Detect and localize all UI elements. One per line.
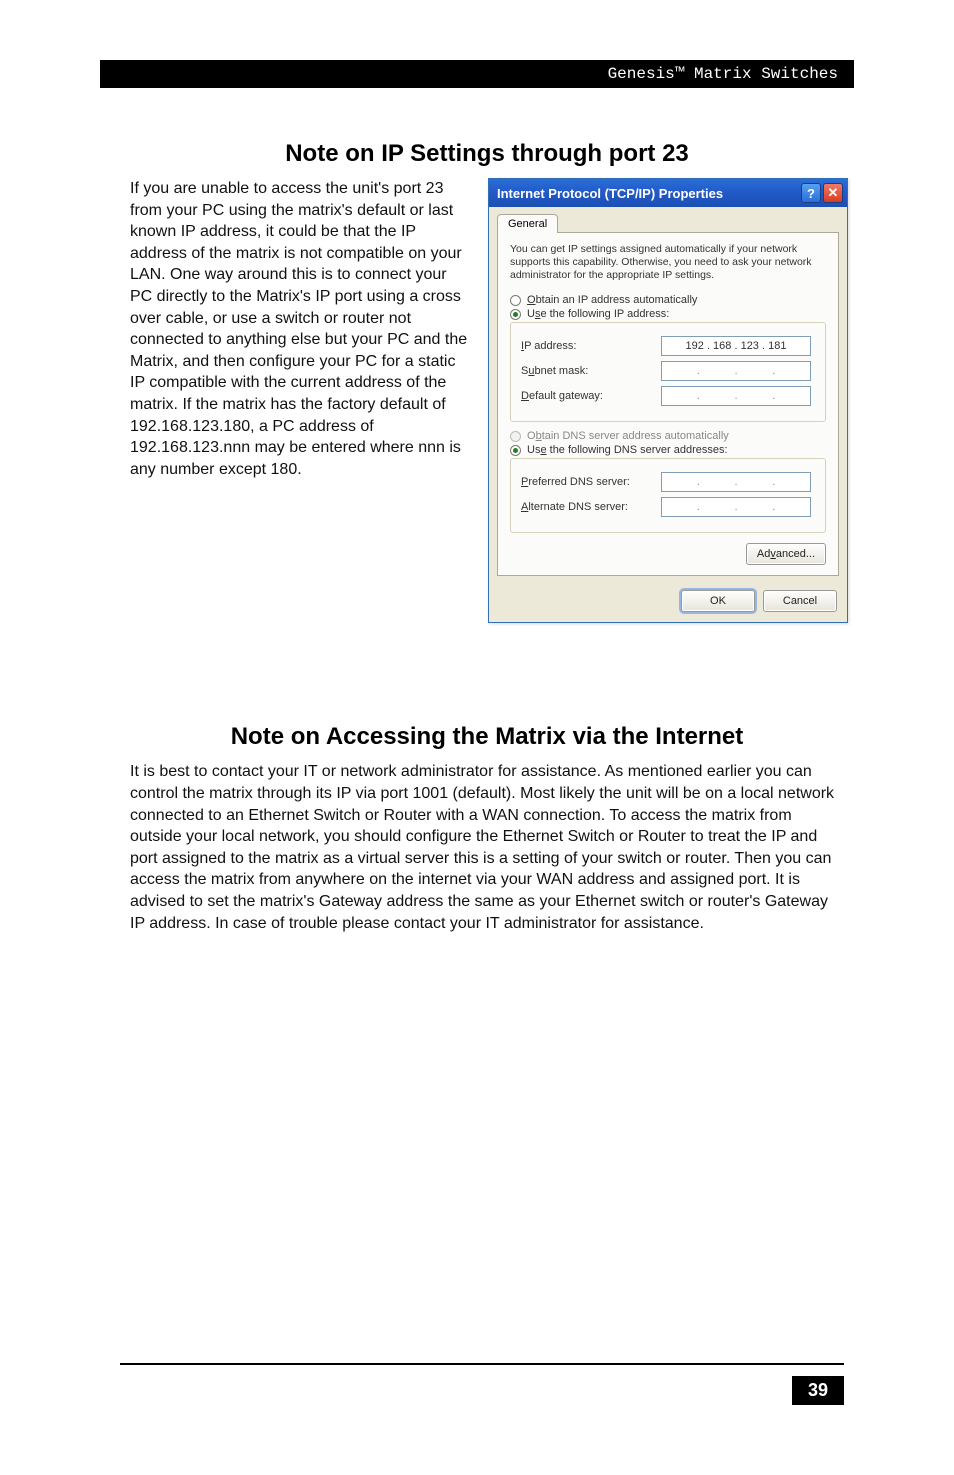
advanced-button[interactable]: Advanced... <box>746 543 826 565</box>
section1-heading: Note on IP Settings through port 23 <box>130 140 844 168</box>
dialog-intro: You can get IP settings assigned automat… <box>510 243 826 282</box>
cancel-button[interactable]: Cancel <box>763 590 837 612</box>
ip-fieldset: IP address: 192 . 168 . 123 . 181 Subnet… <box>510 322 826 422</box>
dialog-title: Internet Protocol (TCP/IP) Properties <box>497 186 723 201</box>
header-bar: Genesis™ Matrix Switches <box>100 60 854 88</box>
alternate-dns-input[interactable]: ... <box>661 497 811 517</box>
page-number: 39 <box>792 1376 844 1405</box>
tab-general[interactable]: General <box>497 214 558 233</box>
default-gateway-input[interactable]: ... <box>661 386 811 406</box>
section2-heading: Note on Accessing the Matrix via the Int… <box>130 723 844 751</box>
radio-icon <box>510 445 521 456</box>
radio-icon <box>510 295 521 306</box>
help-icon[interactable]: ? <box>801 183 821 203</box>
subnet-mask-input[interactable]: ... <box>661 361 811 381</box>
preferred-dns-input[interactable]: ... <box>661 472 811 492</box>
tcpip-properties-dialog: Internet Protocol (TCP/IP) Properties ? … <box>488 178 848 623</box>
radio-auto-ip-label: btain an IP address automatically <box>536 294 698 306</box>
radio-use-following-ip[interactable]: Use the following IP address: <box>510 308 826 320</box>
radio-obtain-ip-auto[interactable]: Obtain an IP address automatically <box>510 294 826 306</box>
ip-address-input[interactable]: 192 . 168 . 123 . 181 <box>661 336 811 356</box>
ip-address-value: 192 . 168 . 123 . 181 <box>686 340 787 352</box>
dns-fieldset: Preferred DNS server: ... Alternate DNS … <box>510 458 826 533</box>
section2-body: It is best to contact your IT or network… <box>130 761 844 934</box>
ok-button[interactable]: OK <box>681 590 755 612</box>
footer-rule <box>120 1363 844 1365</box>
radio-icon <box>510 431 521 442</box>
header-title: Genesis™ Matrix Switches <box>608 65 838 83</box>
close-icon[interactable]: ✕ <box>823 183 843 203</box>
dialog-titlebar[interactable]: Internet Protocol (TCP/IP) Properties ? … <box>489 179 847 207</box>
section1-body: If you are unable to access the unit's p… <box>130 178 470 623</box>
radio-icon <box>510 309 521 320</box>
radio-use-following-dns[interactable]: Use the following DNS server addresses: <box>510 444 826 456</box>
radio-obtain-dns-auto: Obtain DNS server address automatically <box>510 430 826 442</box>
